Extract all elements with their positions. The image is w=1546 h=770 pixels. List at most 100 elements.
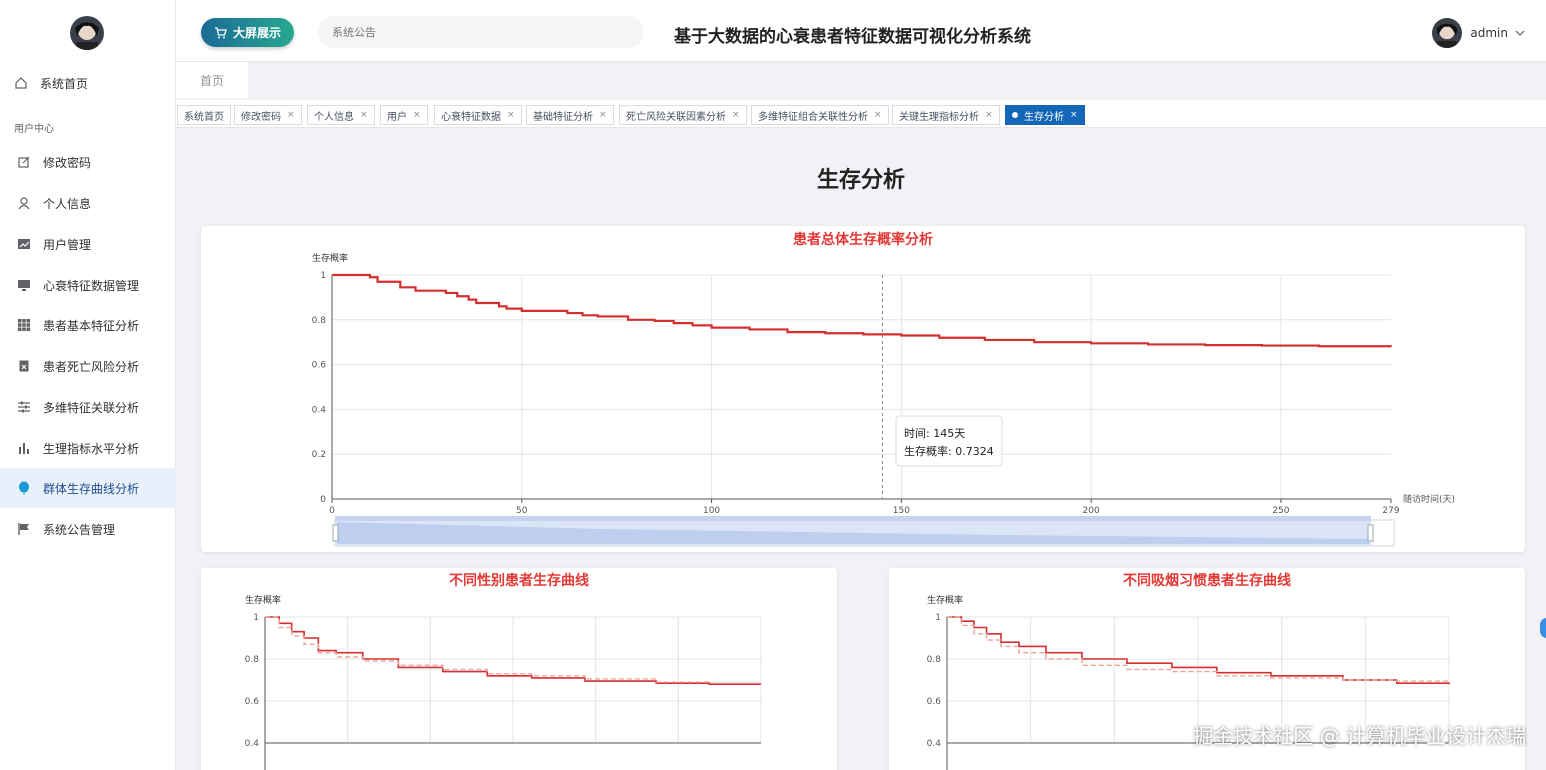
overall-survival-chart[interactable]: 0 0.2 0.4 0.6 0.8 1 生存概率 0 50 100 150 200 250 279 随访时间… bbox=[201, 226, 1525, 552]
x-tick-label: 150 bbox=[893, 506, 910, 516]
y-tick-label: 0.8 bbox=[927, 655, 942, 665]
close-icon[interactable]: × bbox=[599, 110, 607, 120]
home-icon bbox=[14, 76, 28, 90]
sidebar-item-label: 多维特征关联分析 bbox=[43, 400, 140, 415]
close-icon[interactable]: × bbox=[413, 110, 421, 120]
monitor-icon bbox=[17, 278, 31, 292]
edit-icon bbox=[17, 155, 31, 169]
tab-tag[interactable]: 心衰特征数据 × bbox=[434, 105, 522, 125]
tab-tag-label: 个人信息 bbox=[314, 111, 354, 123]
close-icon[interactable]: × bbox=[287, 110, 295, 120]
close-icon[interactable]: × bbox=[360, 110, 368, 120]
active-dot-icon bbox=[1012, 112, 1018, 118]
sidebar-item-label: 系统首页 bbox=[40, 76, 89, 91]
tab-tag[interactable]: 系统首页 bbox=[177, 105, 231, 125]
sidebar-item[interactable]: 心衰特征数据管理 bbox=[0, 265, 176, 305]
tab-tag[interactable]: 个人信息 × bbox=[307, 105, 375, 125]
sidebar-avatar bbox=[70, 16, 104, 50]
y-tick-label: 0.2 bbox=[312, 450, 326, 460]
tab-tag[interactable]: 死亡风险关联因素分析 × bbox=[619, 105, 747, 125]
zoom-bar bbox=[335, 516, 1371, 521]
tab-tag[interactable]: 用户 × bbox=[380, 105, 428, 125]
sidebar-item[interactable]: 系统公告管理 bbox=[0, 509, 176, 549]
notice-input[interactable] bbox=[318, 16, 644, 48]
tab-tag-label: 关键生理指标分析 bbox=[899, 111, 979, 123]
tab-tag-label: 死亡风险关联因素分析 bbox=[626, 111, 726, 123]
y-tick-label: 1 bbox=[253, 613, 259, 623]
tooltip-probability: 生存概率: 0.7324 bbox=[904, 444, 994, 458]
sidebar-item[interactable]: 生理指标水平分析 bbox=[0, 428, 176, 468]
chart-line-icon bbox=[17, 237, 31, 251]
sidebar-item[interactable]: 群体生存曲线分析 bbox=[0, 468, 176, 508]
sidebar-item[interactable]: 用户管理 bbox=[0, 224, 176, 264]
tab-tag[interactable]: 关键生理指标分析 × bbox=[892, 105, 1000, 125]
sidebar-item[interactable]: 系统首页 bbox=[0, 63, 176, 103]
sidebar-item[interactable]: 患者死亡风险分析 bbox=[0, 346, 176, 386]
bigscreen-button[interactable]: 大屏展示 bbox=[201, 18, 294, 47]
sidebar-item-label: 修改密码 bbox=[43, 155, 92, 170]
tooltip-box bbox=[895, 415, 1003, 467]
y-axis-label: 生存概率 bbox=[927, 594, 963, 606]
sidebar-item-label: 个人信息 bbox=[43, 196, 92, 211]
sidebar-item[interactable]: 多维特征关联分析 bbox=[0, 387, 176, 427]
x-tick-label: 0 bbox=[329, 506, 335, 516]
close-icon[interactable]: × bbox=[732, 110, 740, 120]
tab-tag[interactable]: 修改密码 × bbox=[234, 105, 302, 125]
bigscreen-label: 大屏展示 bbox=[232, 26, 281, 40]
zoom-handle-left[interactable] bbox=[332, 524, 339, 542]
y-tick-label: 0.8 bbox=[245, 655, 260, 665]
sidebar-item-label: 患者基本特征分析 bbox=[43, 318, 140, 333]
user-menu[interactable]: admin bbox=[1432, 18, 1526, 48]
y-tick-label: 0 bbox=[320, 495, 326, 505]
page-title: 生存分析 bbox=[816, 168, 905, 193]
y-tick-label: 0.6 bbox=[927, 697, 942, 707]
user-icon bbox=[17, 196, 31, 210]
cart-icon bbox=[214, 26, 227, 38]
sidebar: 系统首页修改密码个人信息用户管理心衰特征数据管理 患者基本特征分析 患者死亡风险分析… bbox=[0, 0, 176, 770]
sidebar-item[interactable]: 个人信息 bbox=[0, 183, 176, 223]
sidebar-item-label: 患者死亡风险分析 bbox=[43, 359, 140, 374]
zoom-handle-right[interactable] bbox=[1367, 524, 1374, 542]
gender-survival-chart[interactable]: 0.4 0.6 0.8 1 生存概率 bbox=[201, 568, 837, 770]
sidebar-item-label: 生理指标水平分析 bbox=[43, 441, 140, 456]
chevron-down-icon bbox=[1515, 30, 1525, 36]
y-tick-label: 0.6 bbox=[245, 697, 260, 707]
overall-survival-card: 患者总体生存概率分析 0 0.2 0.4 0.6 0.8 1 生存概率 0 50 100 150 20… bbox=[201, 226, 1525, 552]
clipboard-icon bbox=[17, 359, 31, 373]
survival-curve bbox=[332, 273, 1393, 348]
breadcrumb-home[interactable]: 首页 bbox=[176, 62, 248, 98]
y-axis-label: 生存概率 bbox=[312, 252, 348, 264]
floating-help-button[interactable] bbox=[1540, 618, 1546, 638]
x-tick-label: 279 bbox=[1382, 506, 1399, 516]
tooltip-time: 时间: 145天 bbox=[904, 427, 965, 440]
y-axis-label: 生存概率 bbox=[245, 594, 281, 606]
system-title: 基于大数据的心衰患者特征数据可视化分析系统 bbox=[674, 27, 1031, 47]
y-tick-label: 0.4 bbox=[927, 739, 942, 749]
close-icon[interactable]: × bbox=[985, 110, 993, 120]
x-tick-label: 50 bbox=[516, 506, 528, 516]
gender-survival-card: 不同性别患者生存曲线 0.4 0.6 0.8 1 生存概率 bbox=[201, 568, 837, 770]
tab-tag[interactable]: 生存分析 × bbox=[1005, 105, 1085, 125]
tab-tag[interactable]: 基础特征分析 × bbox=[526, 105, 614, 125]
tags-bar: 系统首页 修改密码 × 个人信息 × 用户 × 心衰特征数据 × 基础特征分析 × 死亡风险关联因素分… bbox=[176, 100, 1546, 128]
top-header: 大屏展示 基于大数据的心衰患者特征数据可视化分析系统 admin bbox=[176, 0, 1546, 62]
close-icon[interactable]: × bbox=[874, 110, 882, 120]
y-tick-label: 0.8 bbox=[312, 316, 327, 326]
sidebar-group-label: 用户中心 bbox=[14, 124, 54, 135]
grid-icon bbox=[17, 318, 31, 332]
sidebar-item[interactable]: 修改密码 bbox=[0, 142, 176, 182]
username: admin bbox=[1470, 26, 1508, 40]
y-tick-label: 1 bbox=[320, 271, 326, 281]
tab-tag[interactable]: 多维特征组合关联性分析 × bbox=[751, 105, 889, 125]
data-zoom-slider[interactable] bbox=[332, 516, 1395, 547]
sidebar-item[interactable]: 患者基本特征分析 bbox=[0, 305, 176, 345]
close-icon[interactable]: × bbox=[1070, 110, 1078, 120]
sidebar-item-label: 群体生存曲线分析 bbox=[43, 481, 140, 496]
tooltip: 时间: 145天生存概率: 0.7324 bbox=[895, 415, 1003, 467]
close-icon[interactable]: × bbox=[507, 110, 515, 120]
y-tick-label: 0.4 bbox=[245, 739, 260, 749]
sidebar-item-label: 心衰特征数据管理 bbox=[43, 278, 140, 293]
user-avatar bbox=[1432, 18, 1463, 48]
tab-tag-label: 心衰特征数据 bbox=[441, 111, 501, 123]
watermark: 掘金技术社区 @ 计算机毕业设计杰瑞 bbox=[1193, 724, 1526, 748]
